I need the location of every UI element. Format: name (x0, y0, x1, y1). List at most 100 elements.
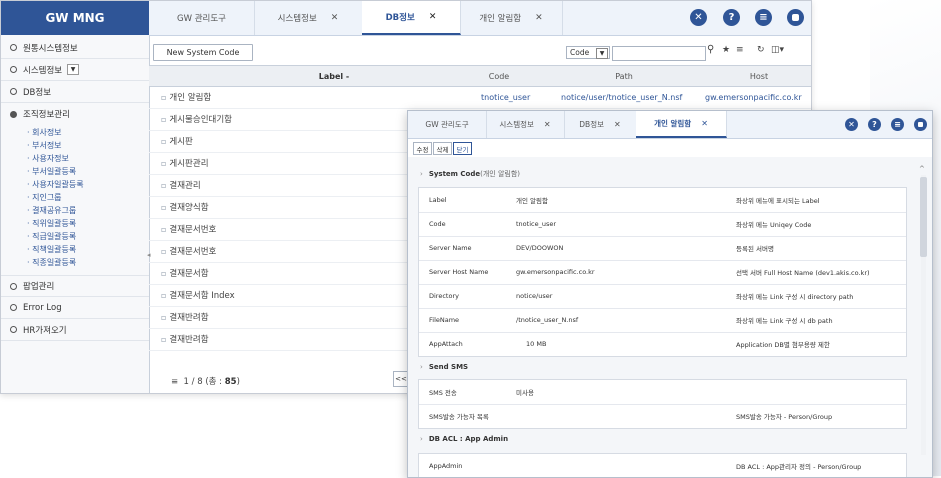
submenu-acquaintance[interactable]: · 지인그룹 (27, 192, 62, 203)
field-name: Directory (429, 292, 459, 300)
close-icon[interactable]: ✕ (535, 13, 543, 23)
detail-row: Label 개인 알림함 좌상위 메뉴에 표시되는 Label (419, 188, 906, 213)
help-icon[interactable]: ? (868, 118, 881, 131)
detail-row: SMS 전송 미사용 (419, 380, 906, 405)
submenu-user-bulk[interactable]: · 사용자일괄등록 (27, 179, 84, 190)
field-value: 미사용 (516, 389, 534, 397)
close-icon[interactable]: ✕ (544, 120, 551, 129)
field-name: FileName (429, 316, 460, 324)
tab-label: GW 관리도구 (425, 120, 469, 129)
field-name: Server Host Name (429, 268, 489, 276)
edit-button[interactable]: 수정 (413, 142, 432, 155)
close-icon[interactable]: ✕ (614, 120, 621, 129)
tab-gw-tools[interactable]: GW 관리도구 (408, 111, 487, 138)
app-logo[interactable]: GW MNG (1, 1, 149, 35)
close-circle-icon[interactable]: ✕ (845, 118, 858, 131)
sidebar-item-label: 시스템정보 (23, 65, 63, 76)
close-icon[interactable]: ✕ (701, 119, 708, 128)
detail-body: › System Code(개인 알림함) Label 개인 알림함 좌상위 메뉴에 … (408, 157, 932, 477)
column-header-host[interactable]: Host (709, 66, 809, 86)
tab-personal-notice[interactable]: 개인 알림함 ✕ (636, 111, 727, 138)
list-view-icon[interactable]: ≡ (736, 45, 744, 55)
row-label: 결재관리 (169, 181, 201, 191)
sidebar-item-collab-system[interactable]: 원통시스템정보 (1, 37, 149, 59)
search-icon[interactable]: ⚲ (707, 44, 714, 55)
detail-row: AppAdmin DB ACL : App관리자 정의 - Person/Grou… (419, 454, 906, 477)
document-icon: ▫ (161, 92, 167, 102)
columns-icon[interactable]: ◫▾ (771, 45, 784, 55)
submenu-label: 직책일괄등록 (32, 245, 77, 254)
submenu-approval-group[interactable]: · 결재공유그룹 (27, 205, 76, 216)
tab-label: 개인 알림함 (479, 14, 522, 24)
column-header-label[interactable]: Label - (239, 66, 429, 86)
pager-text: 1 / 8 ( (183, 377, 209, 387)
close-button[interactable]: 닫기 (453, 142, 472, 155)
submenu-title-bulk[interactable]: · 직책일괄등록 (27, 244, 76, 255)
tab-bar: GW 관리도구 시스템정보 ✕ DB정보 ✕ 개인 알림함 ✕ ✕ ? ≡ (149, 1, 811, 36)
row-path: notice/user/tnotice_user_N.nsf (561, 92, 683, 102)
delete-button[interactable]: 삭제 (433, 142, 452, 155)
tab-db-info[interactable]: DB정보 ✕ (564, 111, 637, 138)
field-desc: SMS발송 가능자 - Person/Group (736, 413, 833, 421)
new-system-code-button[interactable]: New System Code (153, 44, 253, 61)
field-name: AppAdmin (429, 462, 463, 470)
bullet-icon (10, 110, 17, 118)
submenu-company[interactable]: · 회사정보 (27, 127, 62, 138)
column-header-code[interactable]: Code (469, 66, 529, 86)
row-label: 게시판관리 (169, 159, 209, 169)
close-icon[interactable]: ✕ (331, 13, 339, 23)
section-title: › System Code(개인 알림함) (420, 169, 520, 179)
window-icon[interactable] (914, 118, 927, 131)
sidebar-item-hr-import[interactable]: HR가져오기 (1, 319, 149, 341)
help-icon[interactable]: ? (723, 9, 740, 26)
submenu-label: 부서정보 (32, 141, 62, 150)
close-icon[interactable]: ✕ (429, 12, 437, 22)
chevron-up-icon[interactable]: ^ (919, 165, 925, 173)
table-row[interactable]: ▫ 개인 알림함 tnotice_user notice/user/tnotice… (149, 86, 811, 109)
chevron-down-icon: ▼ (596, 48, 608, 59)
sidebar-item-label: HR가져오기 (23, 325, 67, 336)
field-name: SMS발송 가능자 목록 (429, 413, 489, 421)
submenu-dept-bulk[interactable]: · 부서일괄등록 (27, 166, 76, 177)
bullet-icon (10, 326, 17, 333)
tab-db-info[interactable]: DB정보 ✕ (362, 1, 461, 35)
close-circle-icon[interactable]: ✕ (690, 9, 707, 26)
document-icon: ▫ (161, 334, 167, 344)
tab-gw-tools[interactable]: GW 관리도구 (149, 1, 255, 35)
submenu-user[interactable]: · 사용자정보 (27, 153, 69, 164)
chevron-down-icon[interactable]: ▼ (67, 64, 80, 75)
vertical-scrollbar[interactable]: ^ (919, 165, 928, 465)
column-header-path[interactable]: Path (569, 66, 679, 86)
list-toolbar: New System Code Code ▼ ⚲ ★ ≡ ↻ ◫▾ (149, 35, 811, 65)
search-input[interactable] (612, 46, 706, 61)
submenu-label: 지인그룹 (32, 193, 62, 202)
submenu-dept[interactable]: · 부서정보 (27, 140, 62, 151)
sidebar-item-org-mgmt[interactable]: 조직정보관리 (1, 103, 149, 125)
menu-icon[interactable]: ≡ (891, 118, 904, 131)
sidebar-item-system-info[interactable]: 시스템정보 ▼ (1, 59, 149, 81)
column-title: Host (749, 71, 769, 81)
tab-system-info[interactable]: 시스템정보 ✕ (486, 111, 565, 138)
row-label: 결재문서번호 (169, 247, 217, 257)
tab-system-info[interactable]: 시스템정보 ✕ (254, 1, 363, 35)
submenu-label: 사용자일괄등록 (32, 180, 84, 189)
submenu-position-bulk[interactable]: · 직위일괄등록 (27, 218, 76, 229)
sidebar: 원통시스템정보 시스템정보 ▼ DB정보 조직정보관리 · 회사정보 · 부서정보… (1, 35, 150, 393)
row-label: 결재문서함 (169, 269, 209, 279)
tab-personal-notice[interactable]: 개인 알림함 ✕ (460, 1, 563, 35)
scroll-thumb[interactable] (920, 177, 927, 257)
menu-icon[interactable]: ≡ (755, 9, 772, 26)
search-field-select[interactable]: Code ▼ (566, 46, 610, 59)
list-header: Label - Code Path Host (149, 65, 811, 87)
window-icon[interactable] (787, 9, 804, 26)
star-icon[interactable]: ★ (722, 45, 730, 55)
submenu-job-bulk[interactable]: · 직종일괄등록 (27, 257, 76, 268)
refresh-icon[interactable]: ↻ (757, 45, 765, 55)
sidebar-item-error-log[interactable]: Error Log (1, 297, 149, 319)
sidebar-item-db-info[interactable]: DB정보 (1, 81, 149, 103)
submenu-grade-bulk[interactable]: · 직급일괄등록 (27, 231, 76, 242)
sidebar-item-popup-mgmt[interactable]: 팝업관리 (1, 275, 149, 297)
column-title: Code (488, 71, 510, 81)
document-icon: ▫ (161, 114, 167, 124)
chevron-right-icon: › (420, 170, 423, 178)
